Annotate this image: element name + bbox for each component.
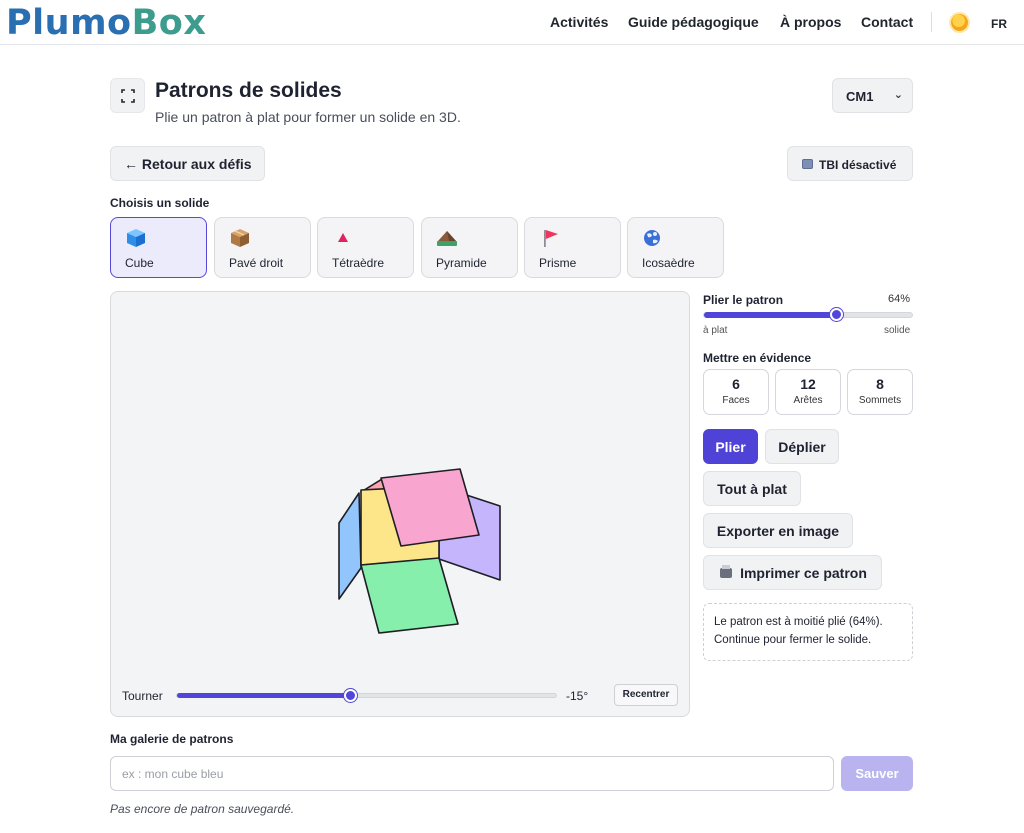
gallery-label: Ma galerie de patrons xyxy=(110,732,234,746)
solid-option-tetraedre[interactable]: Tétraèdre xyxy=(317,217,414,278)
logo[interactable]: PlumoBox xyxy=(6,2,206,44)
vertices-label: Sommets xyxy=(858,395,902,406)
printer-icon xyxy=(720,565,732,578)
fold-status-message: Le patron est à moitié plié (64%). Conti… xyxy=(703,603,913,661)
solid-label: Prisme xyxy=(539,256,577,270)
unfold-button[interactable]: Déplier xyxy=(765,429,839,464)
page-title: Patrons de solides xyxy=(155,79,342,102)
globe-icon xyxy=(644,230,660,246)
net-name-input[interactable] xyxy=(110,756,834,791)
highlight-edges-button[interactable]: 12 Arêtes xyxy=(775,369,841,415)
level-select[interactable]: CM1 ⌄ xyxy=(832,78,913,113)
gallery-empty-message: Pas encore de patron sauvegardé. xyxy=(110,802,295,816)
level-value: CM1 xyxy=(846,89,874,104)
top-bar: PlumoBox Activités Guide pédagogique À p… xyxy=(0,0,1024,45)
save-button[interactable]: Sauver xyxy=(841,756,913,791)
flatten-button[interactable]: Tout à plat xyxy=(703,471,801,506)
pyramid-icon xyxy=(437,231,457,246)
solid-label: Pyramide xyxy=(436,256,487,270)
solid-label: Icosaèdre xyxy=(642,256,695,270)
solid-label: Cube xyxy=(125,256,154,270)
net-viewer[interactable]: Tourner -15° Recentrer xyxy=(110,291,690,717)
tbi-label: TBI désactivé xyxy=(819,158,897,172)
fold-max-label: solide xyxy=(884,325,911,336)
nav-link-guide[interactable]: Guide pédagogique xyxy=(628,14,759,30)
edges-count: 12 xyxy=(800,376,816,392)
fold-slider-fill xyxy=(704,312,837,318)
status-line-2: Continue pour fermer le solide. xyxy=(714,634,872,646)
page-subtitle: Plie un patron à plat pour former un sol… xyxy=(155,109,461,125)
solid-label: Pavé droit xyxy=(229,256,284,270)
fullscreen-button[interactable] xyxy=(110,78,145,113)
export-image-button[interactable]: Exporter en image xyxy=(703,513,853,548)
nav-link-contact[interactable]: Contact xyxy=(861,14,913,30)
highlight-vertices-button[interactable]: 8 Sommets xyxy=(847,369,913,415)
fold-slider-thumb[interactable] xyxy=(830,308,843,321)
cube-net-drawing[interactable] xyxy=(111,292,691,718)
print-net-button[interactable]: Imprimer ce patron xyxy=(703,555,882,590)
solid-label: Tétraèdre xyxy=(332,256,385,270)
nav-link-activites[interactable]: Activités xyxy=(550,14,608,30)
back-to-challenges-button[interactable]: ← Retour aux défis xyxy=(110,146,265,181)
fold-percent: 64% xyxy=(888,293,911,305)
fold-label: Plier le patron xyxy=(703,293,784,307)
fold-min-label: à plat xyxy=(703,325,728,336)
nav-link-a-propos[interactable]: À propos xyxy=(780,14,841,30)
highlight-label: Mettre en évidence xyxy=(703,351,812,365)
fold-button[interactable]: Plier xyxy=(703,429,758,464)
print-label: Imprimer ce patron xyxy=(740,565,867,581)
board-icon xyxy=(802,159,813,169)
fold-slider[interactable] xyxy=(703,308,913,321)
rotate-label: Tourner xyxy=(122,689,163,703)
language-switch[interactable]: FR xyxy=(991,17,1007,31)
rotate-slider-fill xyxy=(177,693,351,698)
solid-option-cube[interactable]: Cube xyxy=(110,217,207,278)
status-line-1: Le patron est à moitié plié (64%). xyxy=(714,616,883,628)
rotate-slider[interactable] xyxy=(176,689,557,702)
faces-count: 6 xyxy=(732,376,740,392)
highlight-faces-button[interactable]: 6 Faces xyxy=(703,369,769,415)
solid-option-pyramide[interactable]: Pyramide xyxy=(421,217,518,278)
flag-icon xyxy=(544,230,558,247)
solid-option-icosaedre[interactable]: Icosaèdre xyxy=(627,217,724,278)
solid-option-prisme[interactable]: Prisme xyxy=(524,217,621,278)
net-face-front[interactable] xyxy=(360,557,459,634)
chevron-down-icon: ⌄ xyxy=(893,89,903,101)
fullscreen-icon xyxy=(121,89,135,103)
solid-picker-label: Choisis un solide xyxy=(110,196,210,210)
recenter-button[interactable]: Recentrer xyxy=(614,684,678,706)
tbi-toggle-button[interactable]: TBI désactivé xyxy=(787,146,913,181)
cube-icon xyxy=(127,229,145,247)
solid-option-pave-droit[interactable]: Pavé droit xyxy=(214,217,311,278)
rotate-slider-thumb[interactable] xyxy=(344,689,357,702)
net-face-left[interactable] xyxy=(338,492,362,600)
rotate-value: -15° xyxy=(566,689,589,703)
box-icon xyxy=(231,229,249,247)
vertices-count: 8 xyxy=(876,376,884,392)
sun-icon[interactable] xyxy=(951,14,968,31)
edges-label: Arêtes xyxy=(793,395,823,406)
faces-label: Faces xyxy=(722,395,750,406)
triangle-icon xyxy=(338,233,348,242)
nav-divider xyxy=(931,12,932,32)
